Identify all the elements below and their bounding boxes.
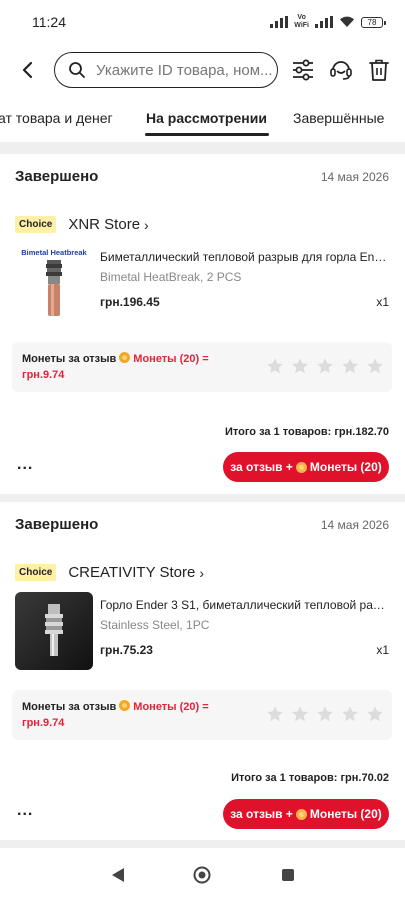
signal-icon bbox=[270, 16, 289, 28]
more-options-button[interactable]: ... bbox=[17, 456, 33, 474]
active-tab-indicator bbox=[145, 133, 269, 136]
back-arrow-icon bbox=[22, 61, 33, 79]
star-icon[interactable] bbox=[341, 705, 359, 723]
product-quantity: x1 bbox=[376, 643, 389, 657]
nav-home-icon bbox=[193, 866, 211, 884]
rating-stars[interactable] bbox=[266, 705, 384, 723]
product-sku: Bimetal HeatBreak, 2 PCS bbox=[100, 270, 242, 284]
support-icon bbox=[330, 61, 352, 80]
product-title[interactable]: Горло Ender 3 S1, биметаллический теплов… bbox=[100, 598, 390, 612]
star-icon[interactable] bbox=[266, 705, 284, 723]
back-button[interactable] bbox=[15, 61, 39, 79]
nav-home-button[interactable] bbox=[193, 866, 211, 884]
battery-icon: 78 bbox=[361, 16, 386, 28]
order-card: Завершено 14 мая 2026 Choice CREATIVITY … bbox=[0, 502, 405, 840]
coin-icon bbox=[295, 461, 307, 473]
coin-icon bbox=[119, 700, 131, 711]
status-icons: Vo WiFi 78 bbox=[270, 14, 386, 30]
review-reward-box: Монеты за отзыв Монеты (20) = грн.9.74 bbox=[12, 342, 392, 392]
review-button-coins: Монеты (20) bbox=[309, 807, 382, 821]
status-time: 11:24 bbox=[32, 14, 66, 30]
order-date: 14 мая 2026 bbox=[320, 170, 389, 184]
review-button-coins: Монеты (20) bbox=[309, 460, 382, 474]
wifi-icon bbox=[340, 16, 354, 27]
delete-button[interactable] bbox=[366, 57, 392, 83]
leave-review-button[interactable]: за отзыв + Монеты (20) bbox=[223, 799, 389, 829]
chevron-right-icon: › bbox=[144, 216, 149, 233]
order-status: Завершено bbox=[15, 516, 99, 533]
product-price: грн.75.23 bbox=[100, 643, 153, 657]
store-link[interactable]: Choice XNR Store › bbox=[15, 216, 149, 233]
nav-back-button[interactable] bbox=[109, 866, 127, 884]
product-price: грн.196.45 bbox=[100, 295, 160, 309]
support-button[interactable] bbox=[328, 57, 354, 83]
search-input[interactable] bbox=[96, 61, 276, 79]
product-image-label: Bimetal Heatbreak bbox=[21, 248, 87, 257]
trash-icon bbox=[369, 59, 389, 81]
coin-icon bbox=[295, 808, 307, 820]
order-tabs: ат товара и денег На рассмотрении Заверш… bbox=[0, 96, 405, 142]
volte-wifi-label: Vo WiFi bbox=[294, 14, 309, 29]
order-card: Завершено 14 мая 2026 Choice XNR Store ›… bbox=[0, 154, 405, 494]
review-coins: Монеты (20) = bbox=[133, 701, 209, 713]
star-icon[interactable] bbox=[366, 357, 384, 375]
product-quantity: x1 bbox=[376, 295, 389, 309]
star-icon[interactable] bbox=[291, 357, 309, 375]
order-status: Завершено bbox=[15, 168, 99, 185]
order-date: 14 мая 2026 bbox=[320, 518, 389, 532]
order-total: Итого за 1 товаров: грн.70.02 bbox=[231, 772, 389, 784]
header bbox=[0, 44, 405, 96]
review-label: Монеты за отзыв bbox=[22, 353, 117, 365]
nav-recents-button[interactable] bbox=[279, 866, 297, 884]
star-icon[interactable] bbox=[366, 705, 384, 723]
choice-badge: Choice bbox=[15, 216, 57, 233]
star-icon[interactable] bbox=[341, 357, 359, 375]
star-icon[interactable] bbox=[266, 357, 284, 375]
status-bar: 11:24 Vo WiFi 78 bbox=[0, 0, 405, 44]
review-label: Монеты за отзыв bbox=[22, 701, 117, 713]
product-image[interactable] bbox=[15, 592, 93, 670]
star-icon[interactable] bbox=[316, 357, 334, 375]
tab-returns[interactable]: ат товара и денег bbox=[0, 110, 113, 126]
search-icon bbox=[69, 62, 85, 78]
nav-back-icon bbox=[112, 868, 124, 882]
review-value: грн.9.74 bbox=[22, 717, 65, 729]
product-image[interactable]: Bimetal Heatbreak bbox=[15, 244, 93, 322]
coin-icon bbox=[119, 352, 131, 363]
leave-review-button[interactable]: за отзыв + Монеты (20) bbox=[223, 452, 389, 482]
chevron-right-icon: › bbox=[199, 564, 204, 581]
product-title[interactable]: Биметаллический тепловой разрыв для горл… bbox=[100, 250, 390, 264]
review-coins: Монеты (20) = bbox=[133, 353, 209, 365]
star-icon[interactable] bbox=[316, 705, 334, 723]
system-navigation-bar bbox=[0, 848, 405, 900]
store-link[interactable]: Choice CREATIVITY Store › bbox=[15, 564, 204, 581]
store-name: XNR Store bbox=[68, 216, 141, 233]
choice-badge: Choice bbox=[15, 564, 57, 581]
tab-under-review[interactable]: На рассмотрении bbox=[146, 110, 267, 126]
product-sku: Stainless Steel, 1PC bbox=[100, 618, 210, 632]
review-reward-text: Монеты за отзыв Монеты (20) = грн.9.74 bbox=[22, 699, 262, 731]
store-name: CREATIVITY Store bbox=[68, 564, 196, 581]
filter-icon bbox=[293, 59, 313, 81]
review-button-label: за отзыв + bbox=[230, 807, 293, 821]
search-bar[interactable] bbox=[54, 52, 278, 88]
more-options-button[interactable]: ... bbox=[17, 802, 33, 820]
star-icon[interactable] bbox=[291, 705, 309, 723]
tab-completed[interactable]: Завершённые bbox=[293, 110, 384, 126]
nav-recents-icon bbox=[282, 869, 294, 881]
review-reward-text: Монеты за отзыв Монеты (20) = грн.9.74 bbox=[22, 351, 262, 383]
rating-stars[interactable] bbox=[266, 357, 384, 375]
signal-icon bbox=[315, 16, 333, 28]
review-value: грн.9.74 bbox=[22, 369, 65, 381]
review-reward-box: Монеты за отзыв Монеты (20) = грн.9.74 bbox=[12, 690, 392, 740]
filter-button[interactable] bbox=[290, 57, 316, 83]
review-button-label: за отзыв + bbox=[230, 460, 293, 474]
order-total: Итого за 1 товаров: грн.182.70 bbox=[224, 426, 389, 438]
